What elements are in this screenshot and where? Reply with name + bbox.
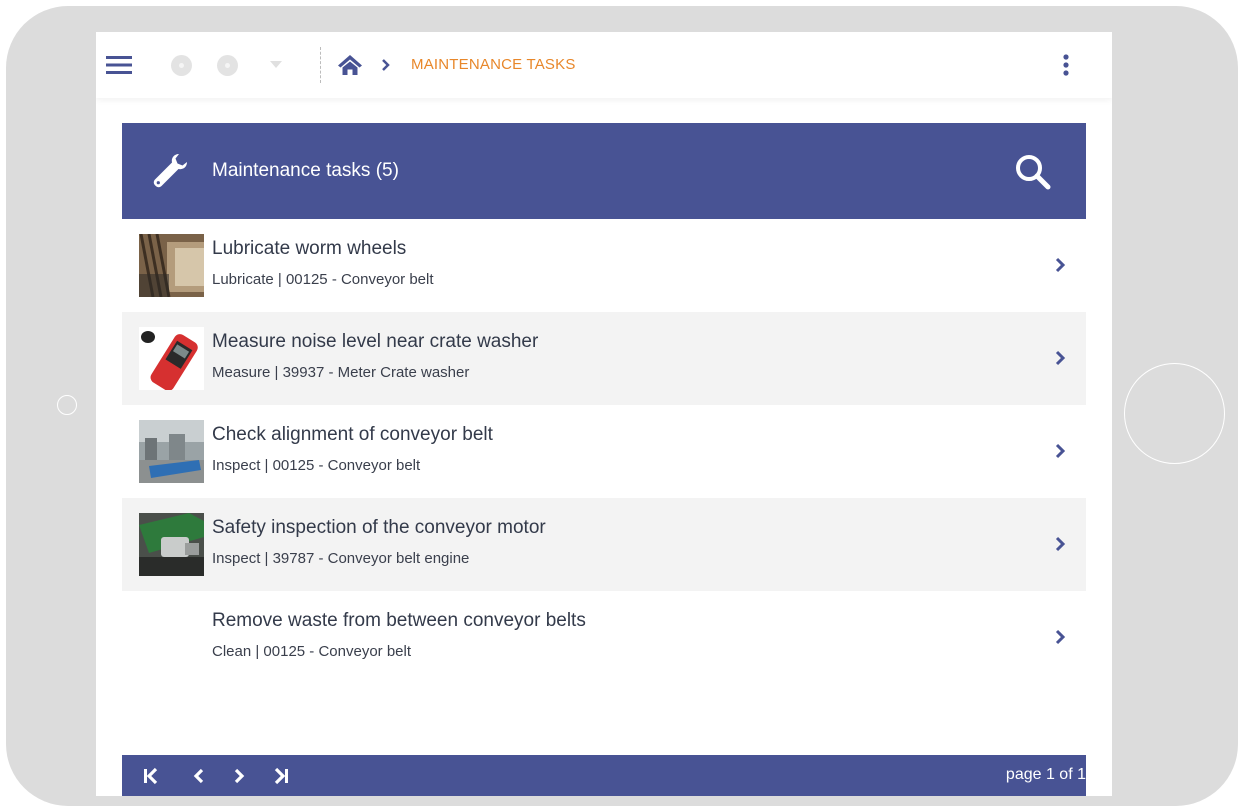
task-title: Lubricate worm wheels xyxy=(212,238,407,259)
forward-circle-icon[interactable] xyxy=(214,52,240,78)
camera-dot xyxy=(57,395,77,415)
worm-gear-thumbnail xyxy=(139,234,204,297)
task-subtitle: Lubricate | 00125 - Conveyor belt xyxy=(212,271,434,288)
pagination-bar: page 1 of 1 xyxy=(122,755,1086,796)
task-subtitle: Inspect | 39787 - Conveyor belt engine xyxy=(212,550,470,567)
chevron-right-icon xyxy=(1052,532,1070,556)
task-row-check-alignment[interactable]: Check alignment of conveyor belt Inspect… xyxy=(122,405,1086,498)
task-subtitle: Measure | 39937 - Meter Crate washer xyxy=(212,364,470,381)
wrench-icon xyxy=(150,151,190,191)
chevron-right-icon xyxy=(1052,625,1070,649)
task-title: Measure noise level near crate washer xyxy=(212,331,539,352)
task-title: Remove waste from between conveyor belts xyxy=(212,610,586,631)
chevron-right-icon xyxy=(1052,346,1070,370)
back-circle-icon[interactable] xyxy=(168,52,194,78)
dropdown-arrow-icon[interactable] xyxy=(266,54,286,76)
top-toolbar: MAINTENANCE TASKS xyxy=(96,32,1112,98)
toolbar-divider xyxy=(320,47,322,83)
factory-hall-thumbnail xyxy=(139,420,204,483)
task-row-safety-inspection[interactable]: Safety inspection of the conveyor motor … xyxy=(122,498,1086,591)
first-page-icon[interactable] xyxy=(138,763,164,789)
task-title: Check alignment of conveyor belt xyxy=(212,424,493,445)
next-page-icon[interactable] xyxy=(226,763,252,789)
task-title: Safety inspection of the conveyor motor xyxy=(212,517,546,538)
breadcrumb-chevron-icon xyxy=(378,53,394,77)
chevron-right-icon xyxy=(1052,439,1070,463)
panel-title: Maintenance tasks (5) xyxy=(212,160,399,181)
task-row-measure-noise[interactable]: Measure noise level near crate washer Me… xyxy=(122,312,1086,405)
tablet-frame: MAINTENANCE TASKS Maintenance tasks (5) xyxy=(6,6,1238,806)
home-icon[interactable] xyxy=(335,50,365,80)
task-subtitle: Inspect | 00125 - Conveyor belt xyxy=(212,457,421,474)
last-page-icon[interactable] xyxy=(268,763,294,789)
previous-page-icon[interactable] xyxy=(186,763,212,789)
task-row-remove-waste[interactable]: Remove waste from between conveyor belts… xyxy=(122,591,1086,684)
conveyor-motor-thumbnail xyxy=(139,513,204,576)
search-icon[interactable] xyxy=(1012,151,1054,193)
hamburger-menu-icon[interactable] xyxy=(104,50,134,80)
page-indicator: page 1 of 1 xyxy=(1005,766,1086,783)
home-hardware-button[interactable] xyxy=(1124,363,1225,464)
breadcrumb-current: MAINTENANCE TASKS xyxy=(411,56,576,73)
task-subtitle: Clean | 00125 - Conveyor belt xyxy=(212,643,412,660)
maintenance-tasks-panel: Maintenance tasks (5) Lubricate worm whe… xyxy=(122,123,1086,796)
sound-meter-thumbnail xyxy=(139,327,204,390)
task-list: Lubricate worm wheels Lubricate | 00125 … xyxy=(122,219,1086,684)
chevron-right-icon xyxy=(1052,253,1070,277)
app-screen: MAINTENANCE TASKS Maintenance tasks (5) xyxy=(96,32,1112,796)
task-row-lubricate[interactable]: Lubricate worm wheels Lubricate | 00125 … xyxy=(122,219,1086,312)
panel-header: Maintenance tasks (5) xyxy=(122,123,1086,219)
more-options-icon[interactable] xyxy=(1054,50,1078,80)
